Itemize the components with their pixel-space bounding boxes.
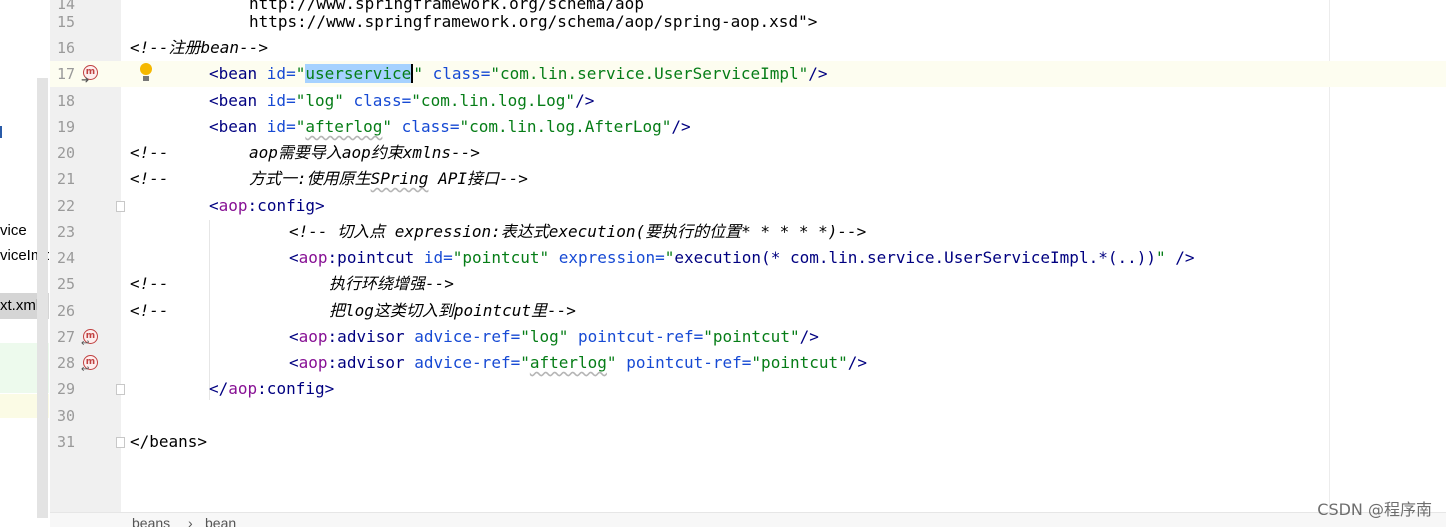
code-text: <aop:advisor advice-ref="log" pointcut-r…	[289, 327, 819, 346]
comment: <!--注册bean-->	[130, 38, 268, 57]
code-line-21: 21 <!-- 方式一:使用原生SPring API接口-->	[50, 166, 1446, 192]
watermark: CSDN @程序南	[1317, 500, 1432, 519]
code-line-30: 30	[50, 403, 1446, 429]
comment-open: <!--	[130, 169, 169, 188]
comment-open: <!--	[130, 301, 169, 320]
comment: 执行环绕增强-->	[329, 274, 454, 293]
comment-open: <!--	[130, 143, 169, 162]
code-line-24: 24 <aop:pointcut id="pointcut" expressio…	[50, 245, 1446, 271]
line-number: 26	[56, 302, 75, 320]
code-line-15: 15 https://www.springframework.org/schem…	[50, 9, 1446, 35]
code-text: </beans>	[130, 432, 208, 451]
comment: 方式一:使用原生SPring API接口-->	[249, 169, 528, 188]
code-line-23: 23 <!-- 切入点 expression:表达式execution(要执行的…	[50, 219, 1446, 245]
comment: aop需要导入aop约束xmlns-->	[249, 143, 480, 162]
line-number: 23	[56, 223, 75, 241]
code-text: <aop:pointcut id="pointcut" expression="…	[289, 248, 1195, 267]
code-text: <aop:config>	[209, 196, 325, 215]
line-number: 21	[56, 170, 75, 188]
code-line-29: 29 </aop:config>	[50, 376, 1446, 402]
comment: <!-- 切入点 expression:表达式execution(要执行的位置*…	[289, 222, 867, 241]
project-tool-window: vice viceImp xt.xml	[0, 0, 50, 526]
code-text: <bean id="userservice " class="com.lin.se…	[209, 64, 828, 83]
breadcrumb-item-beans[interactable]: beans	[132, 513, 170, 527]
line-number: 25	[56, 275, 75, 293]
code-text: https://www.springframework.org/schema/a…	[249, 12, 818, 31]
breadcrumb-separator: ›	[188, 515, 193, 527]
code-line-20: 20 <!-- aop需要导入aop约束xmlns-->	[50, 140, 1446, 166]
code-line-26: 26 <!-- 把log这类切入到pointcut里-->	[50, 298, 1446, 324]
breadcrumb: beans › bean	[50, 512, 1446, 527]
navigate-arrow-icon: ↩	[81, 364, 90, 375]
line-number: 18	[56, 92, 75, 110]
code-line-19: 19 <bean id="afterlog" class="com.lin.lo…	[50, 114, 1446, 140]
code-line-16: 16 <!--注册bean-->	[50, 35, 1446, 61]
line-number: 28	[56, 354, 75, 372]
line-number: 31	[56, 433, 75, 451]
line-number: 27	[56, 328, 75, 346]
line-number: 22	[56, 197, 75, 215]
code-text: </aop:config>	[209, 379, 335, 398]
intention-bulb-icon[interactable]	[140, 63, 152, 75]
line-number: 15	[56, 13, 75, 31]
line-number: 16	[56, 39, 75, 57]
line-number: 17	[56, 65, 75, 83]
code-line-31: 31 </beans>	[50, 429, 1446, 455]
code-line-28: 28 m ↩ <aop:advisor advice-ref="afterlog…	[50, 350, 1446, 376]
navigate-arrow-icon: ↩	[81, 338, 90, 349]
code-text: <aop:advisor advice-ref="afterlog" point…	[289, 353, 868, 372]
code-text: <bean id="log" class="com.lin.log.Log"/>	[209, 91, 595, 110]
code-line-18: 18 <bean id="log" class="com.lin.log.Log…	[50, 88, 1446, 114]
tree-marker	[0, 126, 2, 138]
fold-icon[interactable]	[116, 437, 125, 448]
fold-icon[interactable]	[116, 201, 125, 212]
fold-icon[interactable]	[116, 384, 125, 395]
line-number: 19	[56, 118, 75, 136]
code-line-27: 27 m ↩ <aop:advisor advice-ref="log" poi…	[50, 324, 1446, 350]
code-line-25: 25 <!-- 执行环绕增强-->	[50, 271, 1446, 297]
line-number: 24	[56, 249, 75, 267]
comment-open: <!--	[130, 274, 169, 293]
navigate-arrow-icon: ➜	[81, 75, 90, 86]
project-scrollbar[interactable]	[37, 78, 48, 518]
line-number: 20	[56, 144, 75, 162]
code-line-22: 22 <aop:config>	[50, 193, 1446, 219]
line-number: 29	[56, 380, 75, 398]
code-text: <bean id="afterlog" class="com.lin.log.A…	[209, 117, 691, 136]
comment: 把log这类切入到pointcut里-->	[329, 301, 576, 320]
breadcrumb-item-bean[interactable]: bean	[205, 513, 236, 527]
code-line-17: 17 m ➜ <bean id="userservice " class="com…	[50, 61, 1446, 87]
intention-bulb-base	[143, 76, 149, 81]
line-number: 30	[56, 407, 75, 425]
